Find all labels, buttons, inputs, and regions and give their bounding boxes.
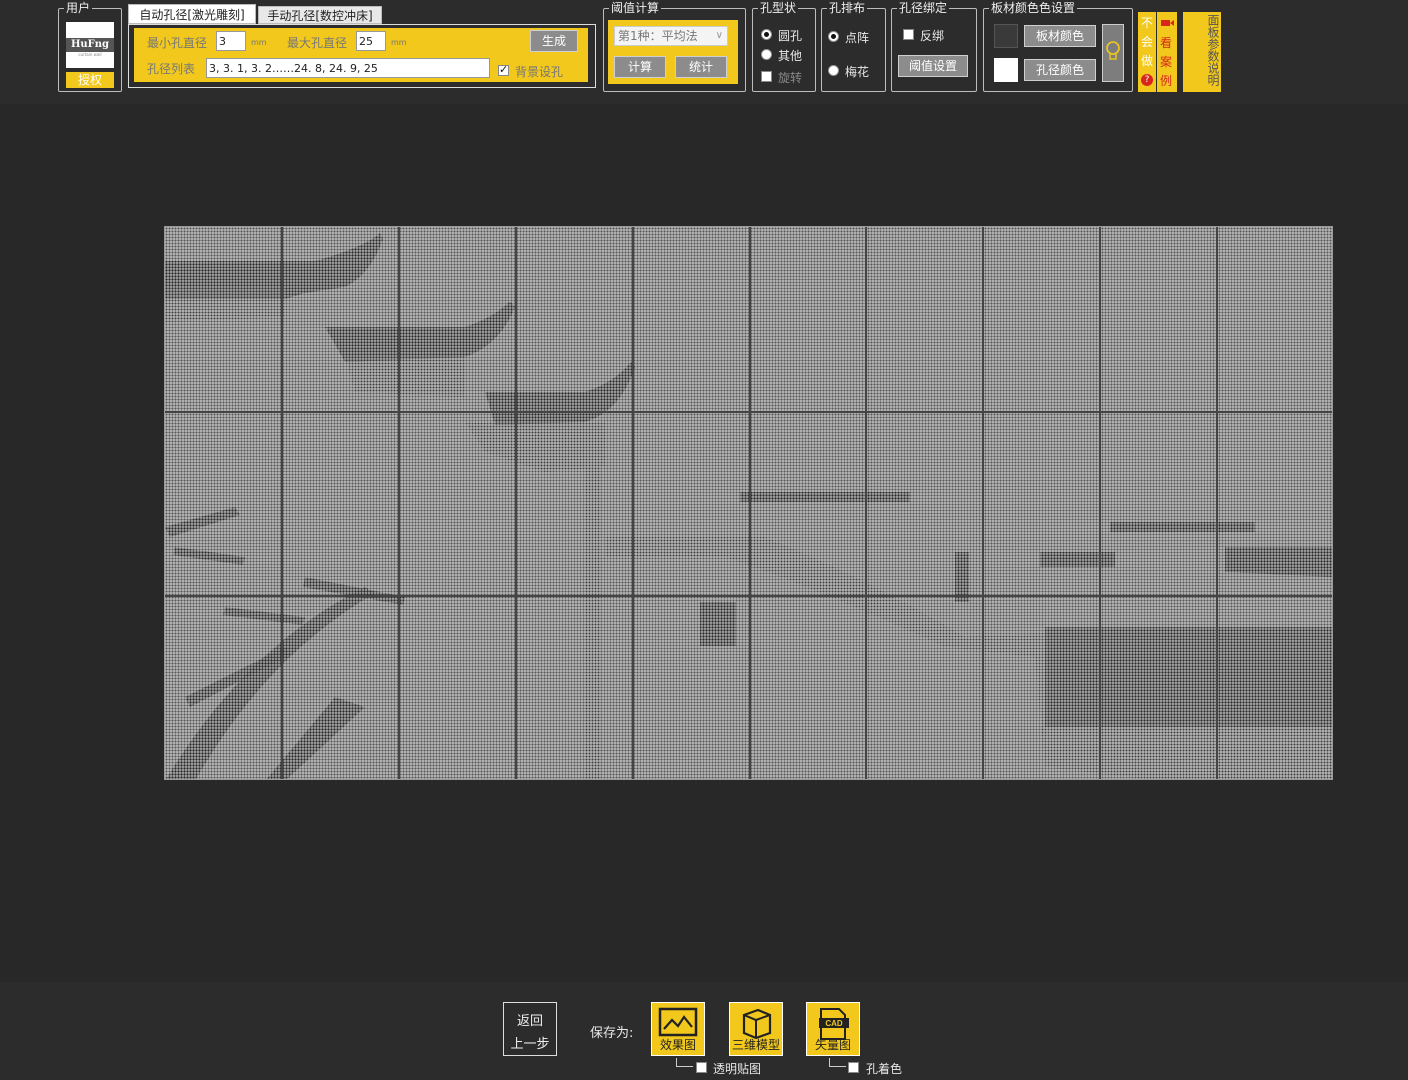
panel-grid (165, 227, 1332, 779)
background-hole-label: 背景设孔 (515, 65, 564, 79)
threshold-method-select[interactable]: 第1种：平均法 ∨ (614, 26, 728, 46)
color-settings-legend: 板材颜色色设置 (991, 1, 1076, 15)
3d-model-label: 三维模型 (731, 1038, 780, 1052)
diameter-bind-legend: 孔径绑定 (899, 1, 948, 15)
background-hole-checkbox[interactable] (498, 63, 509, 76)
effect-image-label: 效果图 (659, 1038, 696, 1052)
help-icon: ? (1141, 74, 1153, 86)
hole-color-button[interactable]: 孔径颜色 (1024, 59, 1096, 81)
diameter-list-label: 孔径列表 (147, 62, 196, 76)
lightbulb-icon (1106, 41, 1120, 60)
effect-image-button[interactable]: 效果图 (651, 1002, 705, 1056)
threshold-legend: 阈值计算 (611, 1, 660, 15)
plate-color-button[interactable]: 板材颜色 (1024, 25, 1096, 47)
authorize-button[interactable]: 授权 (66, 72, 114, 88)
stats-button[interactable]: 统计 (675, 56, 727, 78)
tab-manual-aperture[interactable]: 手动孔径[数控冲床] (258, 6, 382, 24)
vector-image-button[interactable]: CAD 矢量图 (806, 1002, 860, 1056)
other-hole-label: 其他 (778, 49, 803, 63)
brand-logo: HuFng curtain wall (66, 22, 114, 68)
logo-subtext: curtain wall (78, 52, 102, 57)
max-diameter-label: 最大孔直径 (287, 36, 348, 50)
invert-bind-label: 反绑 (920, 29, 945, 43)
invert-bind-checkbox[interactable] (903, 29, 914, 40)
back-line2: 上一步 (510, 1037, 550, 1052)
vector-image-label: 矢量图 (814, 1038, 851, 1052)
max-diameter-input[interactable] (356, 31, 386, 51)
hole-color-swatch[interactable] (994, 58, 1018, 82)
hole-shape-legend: 孔型状 (760, 1, 797, 15)
logo-text: HuFng (66, 38, 114, 52)
radio-dot-matrix[interactable] (828, 31, 839, 42)
bottom-bar: 返回 上一步 保存为: 效果图 三维模型 CAD 矢量图 透明贴图 孔着色 (0, 982, 1408, 1080)
3d-model-button[interactable]: 三维模型 (729, 1002, 783, 1056)
diameter-list-input[interactable] (206, 58, 490, 78)
watch-cases-label: 看案例 (1160, 36, 1173, 88)
video-icon-lens (1170, 20, 1174, 26)
radio-round-hole[interactable] (761, 29, 772, 40)
rotate-label: 旋转 (778, 71, 803, 85)
diameter-bind-group: 孔径绑定 (891, 2, 977, 92)
video-icon (1161, 20, 1170, 26)
transparent-connector (676, 1058, 693, 1067)
generate-button[interactable]: 生成 (530, 30, 578, 52)
user-group-legend: 用户 (66, 1, 91, 15)
threshold-settings-button[interactable]: 阈值设置 (898, 55, 968, 77)
cant-do-label: 不会做 (1141, 16, 1154, 68)
back-button[interactable]: 返回 上一步 (503, 1002, 557, 1056)
radio-other-hole[interactable] (761, 49, 772, 60)
perforated-panel-preview[interactable] (164, 226, 1333, 780)
plum-label: 梅花 (845, 65, 870, 79)
transparent-texture-label: 透明贴图 (713, 1062, 762, 1076)
calc-button[interactable]: 计算 (614, 56, 666, 78)
hole-layout-legend: 孔排布 (829, 1, 866, 15)
radio-plum[interactable] (828, 65, 839, 76)
min-diameter-label: 最小孔直径 (147, 36, 208, 50)
rotate-checkbox[interactable] (761, 71, 772, 82)
round-hole-label: 圆孔 (778, 29, 803, 43)
watch-cases-button[interactable]: 看案例 (1157, 12, 1177, 92)
threshold-method-value: 第1种：平均法 (618, 29, 698, 43)
panel-params-label: 面板参数说明 (1206, 14, 1220, 86)
top-toolbar: 用户 HuFng curtain wall 授权 自动孔径[激光雕刻] 手动孔径… (0, 0, 1408, 104)
back-line1: 返回 (516, 1014, 543, 1029)
transparent-texture-checkbox[interactable] (696, 1062, 707, 1073)
panel-params-button[interactable]: 面板参数说明 (1183, 12, 1221, 92)
image-icon (658, 1007, 698, 1037)
dot-matrix-label: 点阵 (845, 31, 870, 45)
hole-coloring-checkbox[interactable] (848, 1062, 859, 1073)
hole-coloring-label: 孔着色 (866, 1062, 903, 1076)
cant-do-button[interactable]: 不会做 ? (1138, 12, 1156, 92)
cad-badge: CAD (825, 1019, 843, 1028)
chevron-down-icon: ∨ (715, 30, 723, 41)
plate-color-swatch[interactable] (994, 24, 1018, 48)
lightbulb-button[interactable] (1102, 24, 1124, 82)
max-diameter-unit: mm (391, 38, 407, 47)
hole-color-connector (829, 1058, 846, 1067)
save-as-label: 保存为: (590, 1026, 634, 1041)
tab-auto-aperture[interactable]: 自动孔径[激光雕刻] (128, 4, 256, 24)
min-diameter-unit: mm (251, 38, 267, 47)
min-diameter-input[interactable] (216, 31, 246, 51)
